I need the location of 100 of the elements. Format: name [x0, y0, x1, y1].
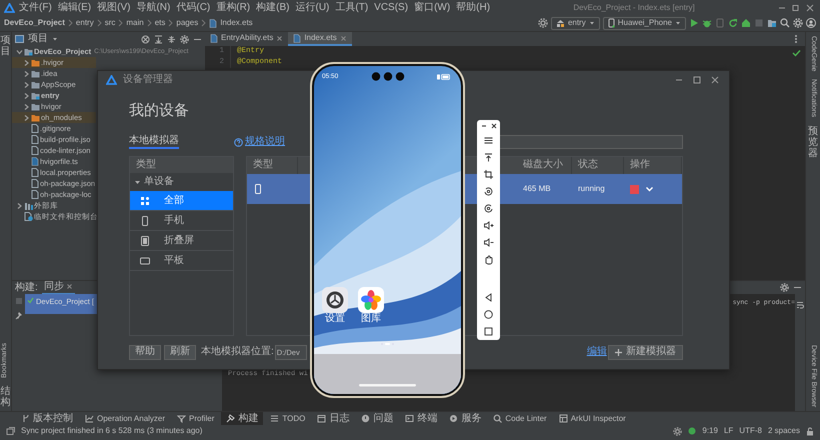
- menu-item[interactable]: 窗口(W): [412, 2, 452, 14]
- sync-icon[interactable]: [673, 426, 682, 436]
- rotate-right-icon[interactable]: [483, 203, 494, 214]
- menu-item[interactable]: 代码(C): [174, 2, 212, 14]
- caret-icon[interactable]: [16, 202, 23, 210]
- breadcrumb-item[interactable]: Index.ets: [220, 18, 253, 28]
- spec-link[interactable]: 规格说明: [234, 136, 285, 148]
- caret-icon[interactable]: [23, 102, 30, 110]
- volume-up-icon[interactable]: [483, 220, 494, 231]
- menu-item[interactable]: 文件(F): [17, 2, 54, 14]
- breadcrumb-item[interactable]: DevEco_Project: [4, 18, 65, 28]
- editor-tab[interactable]: EntryAbility.ets: [205, 32, 288, 46]
- menu-item[interactable]: 编辑(E): [56, 2, 94, 14]
- menu-item[interactable]: 导航(N): [134, 2, 172, 14]
- menu-item[interactable]: 构建(B): [254, 2, 292, 14]
- tool-window-button[interactable]: 构建: [221, 412, 264, 425]
- new-emulator-button[interactable]: 新建模拟器: [608, 344, 683, 360]
- tool-window-button[interactable]: 版本控制: [16, 412, 78, 425]
- caret-icon[interactable]: [23, 58, 30, 66]
- menu-icon[interactable]: [483, 135, 494, 146]
- status-item[interactable]: LF: [724, 426, 734, 436]
- caret-icon[interactable]: [134, 178, 141, 186]
- menu-item[interactable]: 帮助(H): [454, 2, 492, 14]
- gear-icon[interactable]: [538, 18, 548, 28]
- breadcrumb-item[interactable]: pages: [176, 18, 198, 28]
- chevron-icon[interactable]: [645, 186, 654, 192]
- lock-icon[interactable]: [806, 426, 814, 436]
- panel-title[interactable]: 项目: [28, 33, 48, 45]
- dialog-tab[interactable]: 本地模拟器: [129, 135, 179, 149]
- home-icon[interactable]: [483, 309, 494, 320]
- recents-icon[interactable]: [483, 326, 494, 337]
- caret-down-icon[interactable]: [52, 36, 58, 42]
- status-item[interactable]: UTF-8: [739, 426, 762, 436]
- tool-window-button[interactable]: Code Linter: [488, 412, 552, 425]
- target-icon[interactable]: [141, 34, 150, 44]
- device-dropdown[interactable]: Huawei_Phone: [602, 16, 686, 30]
- play-icon[interactable]: [689, 18, 699, 28]
- pin-icon[interactable]: [14, 311, 22, 320]
- minimize-icon[interactable]: [480, 123, 486, 129]
- house-icon[interactable]: [741, 18, 751, 28]
- tool-window-button[interactable]: 问题: [356, 412, 398, 425]
- breadcrumb-item[interactable]: src: [104, 18, 116, 28]
- maximize-icon[interactable]: [691, 74, 703, 84]
- breadcrumb-item[interactable]: main: [126, 18, 144, 28]
- collapse-all-icon[interactable]: [167, 34, 176, 44]
- tool-window-button[interactable]: 服务: [444, 412, 486, 425]
- category-item[interactable]: 手机: [130, 211, 233, 231]
- volume-down-icon[interactable]: [483, 237, 494, 248]
- more-icon[interactable]: [793, 33, 799, 45]
- edit-link[interactable]: 编辑: [586, 346, 607, 358]
- menu-item[interactable]: 运行(U): [293, 2, 332, 14]
- back-icon[interactable]: [483, 292, 494, 303]
- breadcrumb-item[interactable]: entry: [76, 18, 94, 28]
- app-launcher[interactable]: 图库: [358, 287, 384, 324]
- caret-icon[interactable]: [23, 80, 30, 88]
- search-icon[interactable]: [780, 18, 790, 28]
- tool-window-button[interactable]: Operation Analyzer: [80, 412, 170, 425]
- wrap-icon[interactable]: [796, 301, 804, 309]
- tool-window-button[interactable]: ArkUI Inspector: [554, 412, 631, 425]
- dialog-button[interactable]: 刷新: [164, 344, 196, 360]
- tool-window-tab[interactable]: 项目: [0, 35, 10, 57]
- hand-icon[interactable]: [483, 254, 494, 265]
- breadcrumb-item[interactable]: ets: [154, 18, 166, 28]
- search-field[interactable]: [498, 135, 683, 149]
- close-icon[interactable]: [490, 123, 496, 129]
- tool-window-button[interactable]: 终端: [400, 412, 442, 425]
- tool-window-button[interactable]: TODO: [265, 412, 310, 425]
- crop-icon[interactable]: [483, 169, 494, 180]
- menu-item[interactable]: 工具(T): [333, 2, 370, 14]
- dialog-button[interactable]: 帮助: [129, 344, 161, 360]
- category-item[interactable]: 全部: [130, 191, 233, 211]
- settings-icon[interactable]: [793, 18, 803, 28]
- refresh-icon[interactable]: [728, 18, 738, 28]
- menu-item[interactable]: VCS(S): [372, 2, 410, 14]
- settings-icon[interactable]: [780, 283, 789, 292]
- category-item[interactable]: 平板: [130, 251, 233, 271]
- user-icon[interactable]: [806, 18, 816, 28]
- menu-item[interactable]: 视图(V): [95, 2, 132, 14]
- tool-window-button[interactable]: Profiler: [172, 412, 220, 425]
- category-group[interactable]: 单设备: [130, 173, 233, 191]
- tool-window-tab[interactable]: 预览器: [808, 126, 818, 159]
- panel-toggle-icon[interactable]: [6, 427, 15, 435]
- app-launcher[interactable]: 设置: [322, 287, 348, 324]
- rotate-left-icon[interactable]: [483, 186, 494, 197]
- caret-icon[interactable]: [23, 70, 30, 78]
- tool-window-button[interactable]: 日志: [312, 412, 354, 425]
- caret-icon[interactable]: [16, 48, 24, 55]
- settings-icon[interactable]: [180, 34, 189, 44]
- bug-icon[interactable]: [702, 18, 712, 28]
- editor-tab[interactable]: Index.ets: [288, 32, 352, 46]
- tool-window-tab[interactable]: 结构: [0, 386, 10, 408]
- status-item[interactable]: 9:19: [702, 426, 718, 436]
- caret-icon[interactable]: [23, 114, 30, 122]
- menu-item[interactable]: 重构(R): [214, 2, 252, 14]
- status-item[interactable]: 2 spaces: [768, 426, 800, 436]
- run-config-dropdown[interactable]: entry: [550, 16, 600, 30]
- folder-icon[interactable]: [767, 18, 777, 28]
- caret-icon[interactable]: [23, 92, 30, 100]
- upload-icon[interactable]: [483, 152, 494, 163]
- expand-all-icon[interactable]: [154, 34, 163, 44]
